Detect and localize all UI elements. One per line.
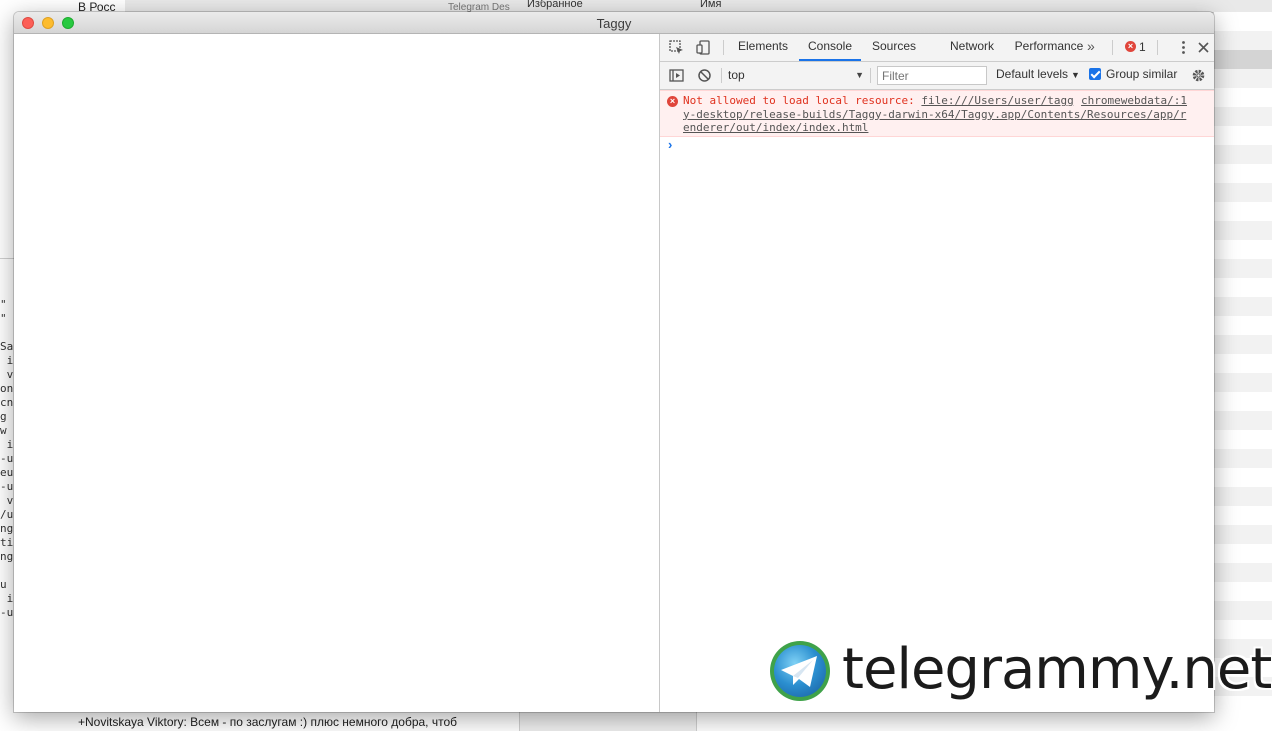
error-prefix: Not allowed to load local resource: bbox=[683, 94, 922, 107]
inspect-element-icon[interactable] bbox=[668, 39, 685, 56]
title-bar[interactable]: Taggy bbox=[14, 12, 1214, 34]
tab-elements[interactable]: Elements bbox=[731, 34, 795, 61]
toggle-sidebar-icon[interactable] bbox=[668, 67, 685, 84]
console-toolbar: top ▼ Default levels▼ Group similar bbox=[660, 62, 1214, 90]
background-name-column: Имя bbox=[700, 0, 722, 10]
background-message-bar: +Novitskaya Viktory: Всем - по заслугам … bbox=[0, 712, 1272, 731]
toolbar-divider bbox=[721, 68, 722, 83]
tab-console[interactable]: Console bbox=[799, 34, 861, 61]
background-favorites-label: Избранное bbox=[527, 0, 583, 10]
telegram-logo-icon bbox=[769, 640, 831, 702]
error-count: 1 bbox=[1139, 40, 1146, 54]
console-prompt[interactable]: › bbox=[668, 137, 672, 152]
window-title: Taggy bbox=[596, 16, 632, 31]
gear-icon[interactable] bbox=[1190, 67, 1207, 84]
log-levels-label: Default levels bbox=[996, 67, 1069, 81]
devtools-tab-bar: Elements Console Sources Network Perform… bbox=[660, 34, 1214, 62]
log-levels-dropdown[interactable]: Default levels ▼ bbox=[996, 67, 1080, 81]
context-value: top bbox=[728, 68, 745, 82]
background-file-list bbox=[1214, 12, 1272, 731]
background-message-text: +Novitskaya Viktory: Всем - по заслугам … bbox=[78, 715, 457, 729]
error-file-link[interactable]: file:///Users/user/tagg bbox=[921, 94, 1073, 107]
error-icon: × bbox=[667, 96, 678, 107]
context-select[interactable]: top ▼ bbox=[728, 66, 864, 84]
filter-input[interactable] bbox=[877, 66, 987, 85]
device-toolbar-icon[interactable] bbox=[695, 39, 712, 56]
background-divider bbox=[519, 712, 697, 731]
tab-performance[interactable]: Performance bbox=[1002, 34, 1096, 61]
chevron-down-icon: ▼ bbox=[1071, 70, 1080, 80]
chevron-down-icon: ▼ bbox=[855, 70, 864, 80]
error-file-link-cont[interactable]: y-desktop/release-builds/Taggy-darwin-x6… bbox=[683, 108, 1186, 121]
watermark-text: telegrammy.net bbox=[842, 637, 1272, 702]
taggy-window: Taggy Elements Console Sources Network P… bbox=[14, 12, 1214, 712]
group-similar-checkbox[interactable]: Group similar bbox=[1089, 67, 1177, 81]
tab-divider bbox=[1112, 40, 1113, 55]
error-source-link[interactable]: chromewebdata/:1 bbox=[1081, 94, 1187, 107]
error-file-link-end[interactable]: enderer/out/index/index.html bbox=[683, 121, 868, 134]
clear-console-icon[interactable] bbox=[696, 67, 713, 84]
background-code-fragment: " " Sa i v on cn g w i -u eu -u v /u ng … bbox=[0, 298, 14, 619]
tab-divider bbox=[1157, 40, 1158, 55]
kebab-menu-icon[interactable] bbox=[1175, 39, 1192, 56]
app-content-area[interactable] bbox=[14, 34, 660, 712]
console-error-message: × Not allowed to load local resource: fi… bbox=[660, 90, 1214, 137]
tab-divider bbox=[723, 40, 724, 55]
checkbox-checked-icon bbox=[1089, 68, 1101, 80]
tab-sources[interactable]: Sources bbox=[865, 34, 923, 61]
error-count-icon: × bbox=[1125, 41, 1136, 52]
devtools-panel: Elements Console Sources Network Perform… bbox=[660, 34, 1214, 712]
close-devtools-icon[interactable] bbox=[1195, 39, 1212, 56]
group-similar-label: Group similar bbox=[1106, 67, 1178, 81]
toolbar-divider bbox=[870, 68, 871, 83]
more-tabs-icon[interactable]: » bbox=[1087, 38, 1095, 54]
